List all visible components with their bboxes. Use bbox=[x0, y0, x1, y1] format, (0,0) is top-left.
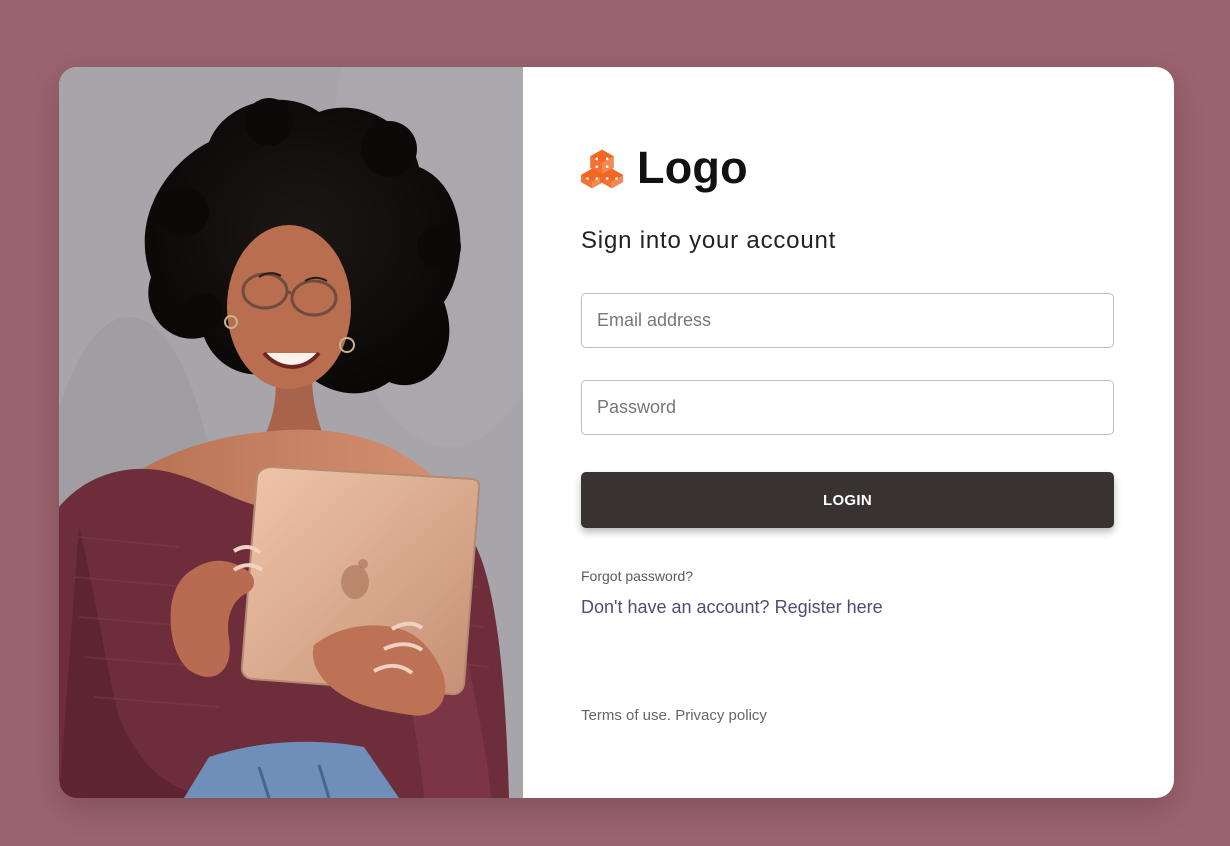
email-input[interactable] bbox=[581, 293, 1114, 348]
logo-text: Logo bbox=[637, 142, 748, 193]
privacy-link[interactable]: Privacy policy bbox=[675, 707, 767, 724]
hero-photo bbox=[59, 67, 523, 798]
woman-with-tablet-illustration bbox=[59, 67, 523, 798]
login-button[interactable]: LOGIN bbox=[581, 472, 1114, 528]
forgot-password-link[interactable]: Forgot password? bbox=[581, 568, 693, 584]
login-title: Sign into your account bbox=[581, 227, 837, 254]
footer-links: Terms of use. Privacy policy bbox=[581, 707, 767, 724]
login-card: Logo Sign into your account LOGIN Forgot… bbox=[59, 67, 1174, 798]
terms-link[interactable]: Terms of use. bbox=[581, 707, 671, 724]
password-input[interactable] bbox=[581, 380, 1114, 435]
register-link[interactable]: Don't have an account? Register here bbox=[581, 597, 883, 618]
login-panel: Logo Sign into your account LOGIN Forgot… bbox=[523, 67, 1174, 798]
brand-logo: Logo bbox=[581, 145, 748, 190]
cubes-icon bbox=[581, 149, 623, 188]
